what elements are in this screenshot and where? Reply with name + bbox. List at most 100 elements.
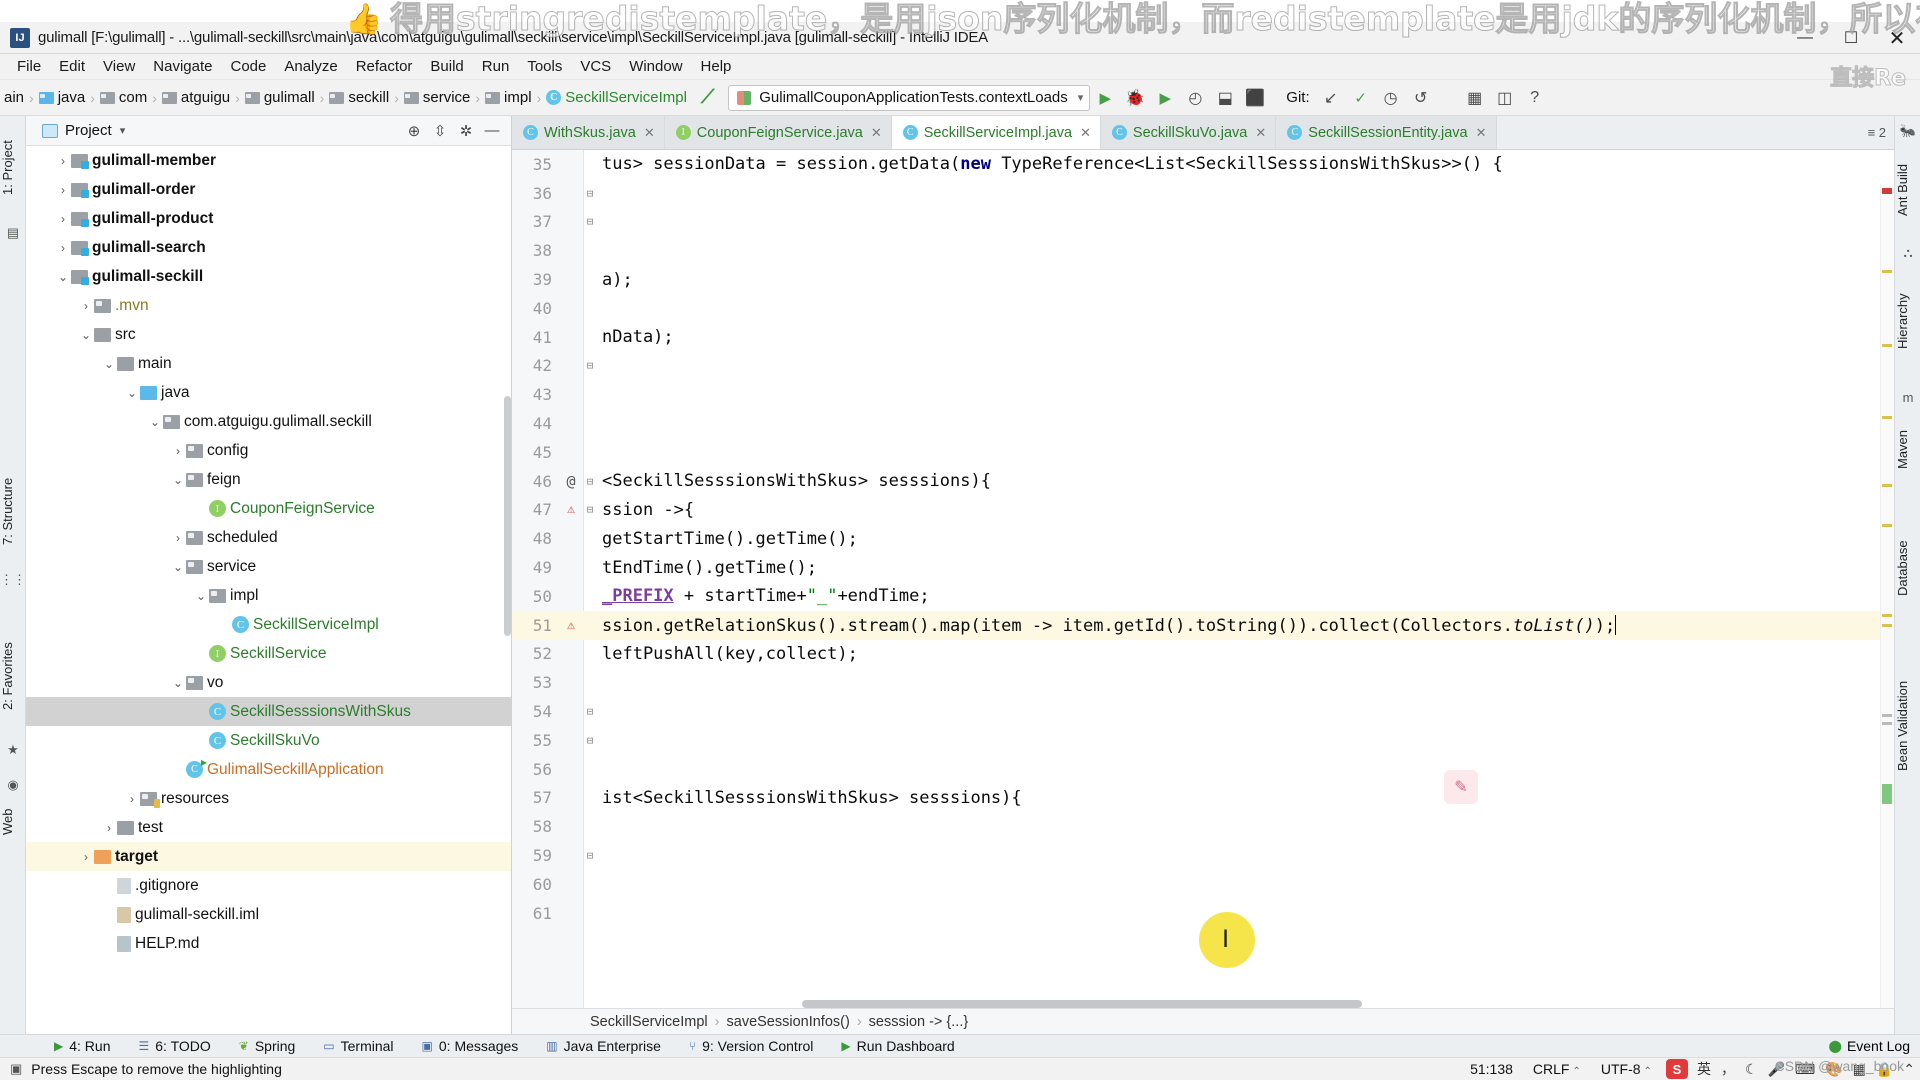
- tree-item[interactable]: › .mvn: [26, 291, 511, 320]
- code-line[interactable]: 42 ⊟: [512, 352, 1894, 381]
- encoding-selector[interactable]: UTF-8 ⌃: [1591, 1061, 1662, 1077]
- code-line[interactable]: 40: [512, 294, 1894, 323]
- code-line[interactable]: 57 ist<SeckillSesssionsWithSkus> sesssion…: [512, 784, 1894, 813]
- bottom-tool-java-enterprise[interactable]: ▥ Java Enterprise: [532, 1035, 675, 1058]
- code-line[interactable]: 56: [512, 755, 1894, 784]
- maven-icon[interactable]: m: [1899, 388, 1917, 406]
- vcs-rollback-icon[interactable]: ↺: [1406, 83, 1436, 113]
- chevron-down-icon[interactable]: ⌄: [124, 386, 140, 400]
- tree-item[interactable]: ›CSeckillSkuVo: [26, 726, 511, 755]
- tree-item[interactable]: ⌄ java: [26, 378, 511, 407]
- tree-item[interactable]: › gulimall-product: [26, 204, 511, 233]
- code-fold-marker[interactable]: ⊟: [584, 503, 596, 516]
- tool-window-project[interactable]: 1: Project: [0, 120, 26, 216]
- help-toolbar-icon[interactable]: ?: [1520, 83, 1550, 113]
- bottom-tool-6-todo[interactable]: ☰ 6: TODO: [124, 1035, 224, 1058]
- tree-item[interactable]: › target: [26, 842, 511, 871]
- code-lines[interactable]: 35 tus> sessionData = session.getData(new…: [512, 150, 1894, 1008]
- tree-item[interactable]: › test: [26, 813, 511, 842]
- tree-item[interactable]: › gulimall-member: [26, 146, 511, 175]
- chevron-down-icon[interactable]: ⌄: [101, 357, 117, 371]
- code-line[interactable]: 60: [512, 870, 1894, 899]
- close-icon[interactable]: ✕: [644, 125, 655, 141]
- chevron-down-icon[interactable]: ⌄: [147, 415, 163, 429]
- project-tree[interactable]: › gulimall-member › gulimall-order › gulimall…: [26, 146, 511, 1034]
- chevron-right-icon[interactable]: ›: [55, 241, 71, 255]
- tree-item[interactable]: ⌄ main: [26, 349, 511, 378]
- code-line[interactable]: 46 @ ⊟ <SeckillSesssionsWithSkus> sesssions…: [512, 467, 1894, 496]
- code-line[interactable]: 49 tEndTime().getTime();: [512, 553, 1894, 582]
- chevron-down-icon[interactable]: ⌄: [78, 328, 94, 342]
- chevron-right-icon[interactable]: ›: [216, 618, 232, 632]
- chevron-up-icon[interactable]: ⌃: [1898, 1061, 1920, 1078]
- tree-item[interactable]: › config: [26, 436, 511, 465]
- chevron-right-icon[interactable]: ›: [193, 705, 209, 719]
- profile-button[interactable]: ◴: [1180, 83, 1210, 113]
- run-button[interactable]: ▶: [1090, 83, 1120, 113]
- run-configuration-selector[interactable]: GulimallCouponApplicationTests.contextLo…: [728, 84, 1091, 111]
- tool-window-hierarchy[interactable]: Hierarchy: [1895, 266, 1920, 376]
- settings-toolbar-icon[interactable]: ◫: [1490, 83, 1520, 113]
- menu-item-build[interactable]: Build: [421, 56, 472, 77]
- code-line[interactable]: 54 ⊟: [512, 697, 1894, 726]
- code-fold-marker[interactable]: ⊟: [584, 215, 596, 228]
- chevron-down-icon[interactable]: ▾: [120, 124, 126, 137]
- breadcrumb-item-ain[interactable]: ain: [4, 89, 24, 106]
- editor-breadcrumb-item[interactable]: SeckillServiceImpl: [590, 1014, 708, 1030]
- breadcrumb-item-seckill[interactable]: › seckill: [315, 89, 390, 106]
- vcs-update-icon[interactable]: ↙: [1316, 83, 1346, 113]
- editor-tab[interactable]: C WithSkus.java ✕: [512, 116, 665, 149]
- chevron-right-icon[interactable]: ›: [193, 502, 209, 516]
- code-line[interactable]: 36 ⊟: [512, 179, 1894, 208]
- hierarchy-icon[interactable]: ⛬: [1899, 244, 1917, 262]
- code-line[interactable]: 35 tus> sessionData = session.getData(new…: [512, 150, 1894, 179]
- menu-item-analyze[interactable]: Analyze: [275, 56, 346, 77]
- chevron-down-icon[interactable]: ⌄: [193, 589, 209, 603]
- editor-tab[interactable]: C SeckillServiceImpl.java ✕: [891, 116, 1101, 149]
- structure-panel-icon[interactable]: ⋮⋮: [0, 571, 26, 589]
- tree-item[interactable]: ⌄ com.atguigu.gulimall.seckill: [26, 407, 511, 436]
- chevron-right-icon[interactable]: ›: [101, 937, 117, 951]
- tool-window-database[interactable]: Database: [1895, 516, 1920, 620]
- editor-horizontal-scrollbar[interactable]: [802, 1000, 1362, 1008]
- tree-item[interactable]: › .gitignore: [26, 871, 511, 900]
- chevron-right-icon[interactable]: ›: [101, 879, 117, 893]
- breadcrumb-item-atguigu[interactable]: › atguigu: [147, 89, 230, 106]
- chevron-right-icon[interactable]: ›: [193, 734, 209, 748]
- breadcrumb-item-service[interactable]: › service: [389, 89, 470, 106]
- code-editor[interactable]: 35 tus> sessionData = session.getData(new…: [512, 150, 1894, 1034]
- stop-button[interactable]: ⬛: [1240, 83, 1270, 113]
- ant-build-icon[interactable]: 🐜: [1899, 122, 1917, 140]
- chevron-right-icon[interactable]: ›: [170, 444, 186, 458]
- code-line[interactable]: 44: [512, 409, 1894, 438]
- code-line[interactable]: 48 getStartTime().getTime();: [512, 524, 1894, 553]
- bottom-tool-terminal[interactable]: ▭ Terminal: [309, 1035, 407, 1058]
- menu-item-vcs[interactable]: VCS: [571, 56, 620, 77]
- menu-item-navigate[interactable]: Navigate: [144, 56, 221, 77]
- breadcrumb-item-gulimall[interactable]: › gulimall: [230, 89, 315, 106]
- code-line[interactable]: 37 ⊟: [512, 208, 1894, 237]
- tree-item[interactable]: ⌄ vo: [26, 668, 511, 697]
- bottom-tool-run-dashboard[interactable]: ▶ Run Dashboard: [827, 1035, 968, 1058]
- lock-icon[interactable]: 🔒: [1871, 1061, 1898, 1078]
- palette-icon[interactable]: 🎨: [1820, 1061, 1847, 1078]
- warning-gutter-icon[interactable]: ⚠: [558, 502, 584, 517]
- tree-item[interactable]: › gulimall-search: [26, 233, 511, 262]
- chevron-right-icon[interactable]: ›: [55, 183, 71, 197]
- code-line[interactable]: 39 a);: [512, 265, 1894, 294]
- chevron-right-icon[interactable]: ›: [101, 821, 117, 835]
- menu-item-view[interactable]: View: [94, 56, 144, 77]
- tree-item[interactable]: ⌄ impl: [26, 581, 511, 610]
- editor-tab[interactable]: I CouponFeignService.java ✕: [664, 116, 892, 149]
- chevron-down-icon[interactable]: ⌄: [170, 560, 186, 574]
- run-with-coverage-button[interactable]: ▶: [1150, 83, 1180, 113]
- tree-item[interactable]: ⌄ gulimall-seckill: [26, 262, 511, 291]
- tool-window-maven[interactable]: Maven: [1895, 412, 1920, 486]
- close-button[interactable]: ✕: [1874, 22, 1920, 54]
- editor-tabs-overflow[interactable]: ≡ 2: [1868, 116, 1894, 149]
- code-fold-marker[interactable]: ⊟: [584, 705, 596, 718]
- keyboard-icon[interactable]: ⌨: [1790, 1061, 1820, 1078]
- bottom-tool-0-messages[interactable]: ▣ 0: Messages: [408, 1035, 533, 1058]
- tree-item[interactable]: › HELP.md: [26, 929, 511, 958]
- chevron-down-icon[interactable]: ⌄: [170, 676, 186, 690]
